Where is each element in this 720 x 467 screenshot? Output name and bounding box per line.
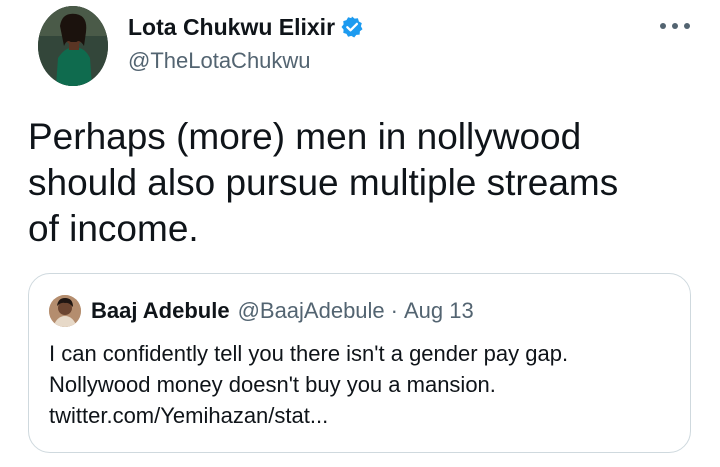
quoted-display-name[interactable]: Baaj Adebule bbox=[91, 298, 230, 324]
quoted-date[interactable]: Aug 13 bbox=[404, 298, 474, 324]
more-options-icon[interactable] bbox=[660, 16, 690, 36]
tweet-header: Lota Chukwu Elixir @TheLotaChukwu bbox=[38, 6, 710, 88]
author-display-name[interactable]: Lota Chukwu Elixir bbox=[128, 14, 335, 41]
quoted-handle[interactable]: @BaajAdebule bbox=[238, 298, 385, 324]
author-avatar[interactable] bbox=[38, 6, 108, 86]
quoted-tweet-text: I can confidently tell you there isn't a… bbox=[49, 338, 669, 431]
quoted-link[interactable]: twitter.com/Yemihazan/stat... bbox=[49, 400, 669, 431]
author-avatar-image bbox=[38, 6, 108, 86]
separator-dot: · bbox=[390, 298, 398, 323]
more-dot bbox=[684, 23, 690, 29]
display-name-row: Lota Chukwu Elixir bbox=[128, 12, 364, 42]
tweet-text-line: Perhaps (more) men in nollywood bbox=[28, 116, 582, 157]
quoted-text-line: I can confidently tell you there isn't a… bbox=[49, 341, 569, 366]
tweet-text-line: of income. bbox=[28, 208, 199, 249]
verified-badge-icon bbox=[341, 16, 363, 38]
author-handle[interactable]: @TheLotaChukwu bbox=[128, 48, 364, 74]
more-dot bbox=[672, 23, 678, 29]
more-dot bbox=[660, 23, 666, 29]
quoted-author-avatar[interactable] bbox=[49, 295, 81, 327]
author-names: Lota Chukwu Elixir @TheLotaChukwu bbox=[128, 12, 364, 74]
quoted-tweet-card[interactable]: Baaj Adebule @BaajAdebule · Aug 13 I can… bbox=[28, 273, 691, 453]
tweet-text-line: should also pursue multiple streams bbox=[28, 162, 619, 203]
quoted-avatar-image bbox=[49, 295, 81, 327]
tweet-text: Perhaps (more) men in nollywood should a… bbox=[28, 114, 688, 252]
quoted-text-line: Nollywood money doesn't buy you a mansio… bbox=[49, 372, 496, 397]
quoted-tweet-header: Baaj Adebule @BaajAdebule · Aug 13 bbox=[49, 294, 474, 328]
